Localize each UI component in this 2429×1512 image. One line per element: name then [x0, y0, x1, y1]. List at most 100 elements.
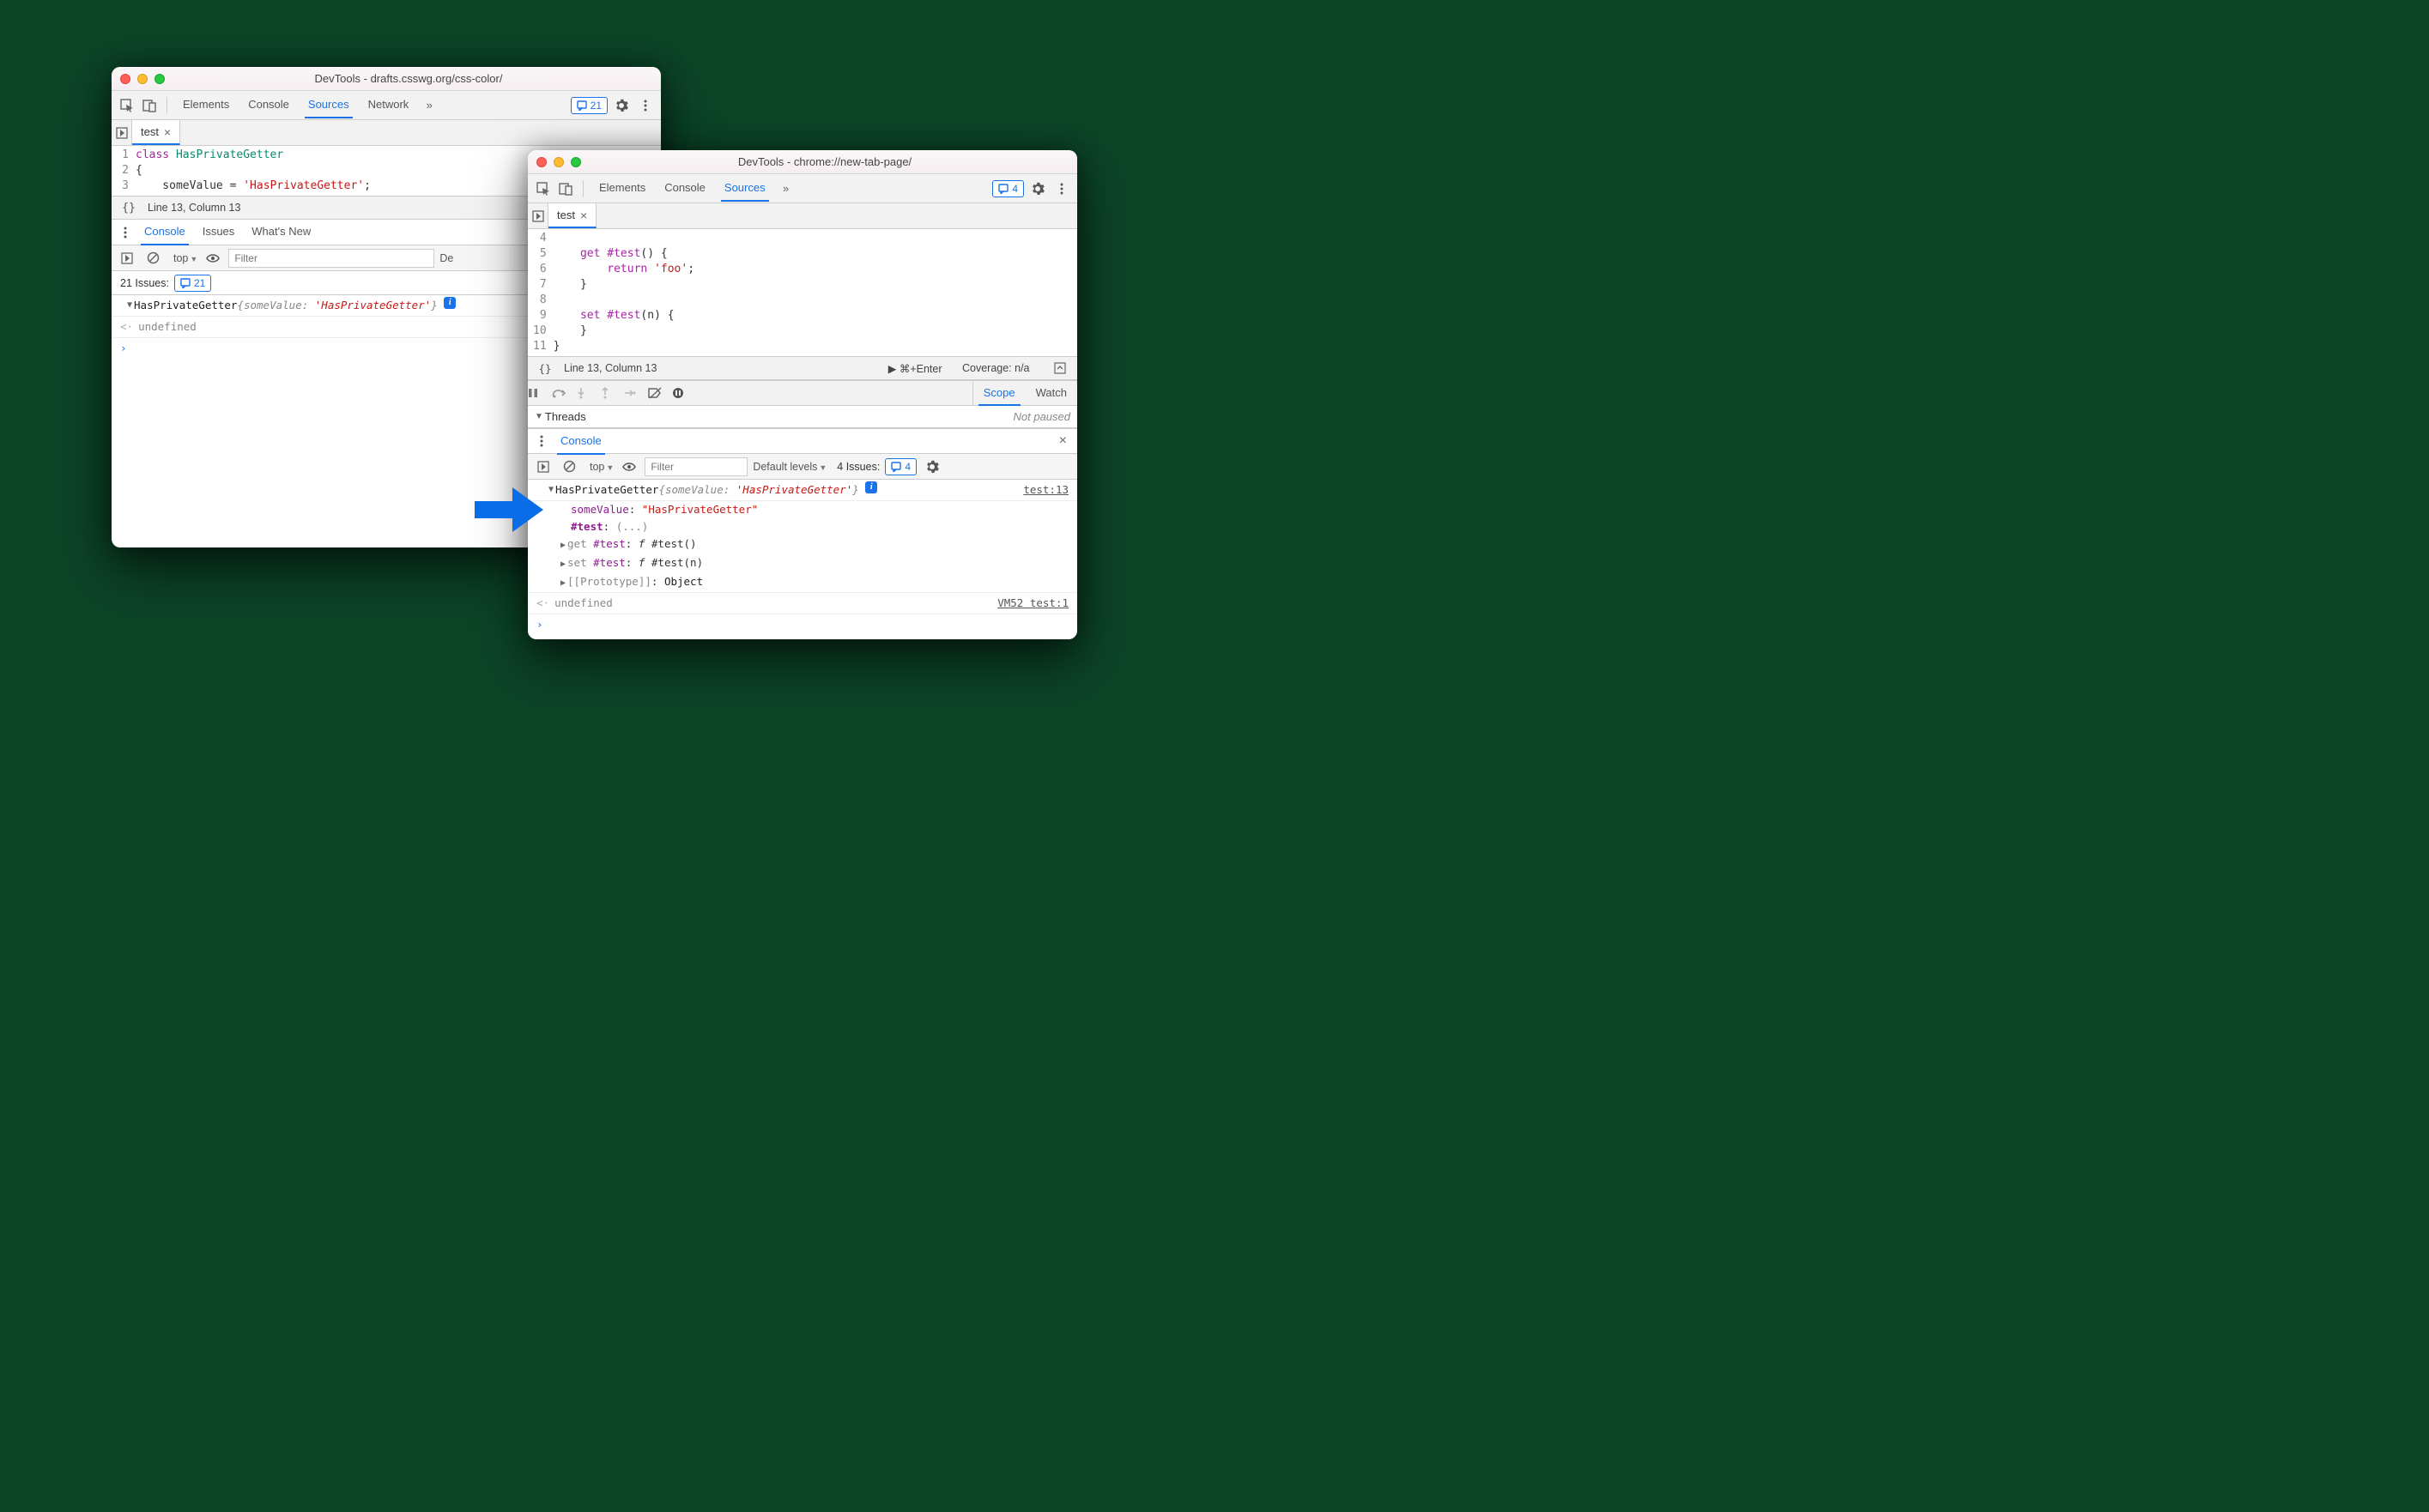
maximize-window-button[interactable]: [571, 157, 581, 167]
minimize-window-button[interactable]: [554, 157, 564, 167]
console-sidebar-toggle-icon[interactable]: [533, 457, 554, 477]
drawer-tab-issues[interactable]: Issues: [194, 220, 244, 245]
object-header-row[interactable]: ▼ HasPrivateGetter {someValue: 'HasPriva…: [528, 480, 1077, 501]
live-expression-icon[interactable]: [203, 248, 223, 269]
live-expression-icon[interactable]: [619, 457, 639, 477]
console-toolbar: top▼ Default levels▼ 4 Issues: 4: [528, 454, 1077, 480]
cursor-position: Line 13, Column 13: [148, 202, 240, 214]
prop-setter[interactable]: ▶set #test: f #test(n): [560, 554, 1069, 573]
console-settings-icon[interactable]: [922, 457, 942, 477]
step-out-icon[interactable]: [600, 387, 624, 399]
threads-section[interactable]: ▼ Threads Not paused: [528, 406, 1077, 428]
context-selector[interactable]: top▼: [173, 252, 197, 264]
issues-badge-inline[interactable]: 4: [885, 458, 917, 475]
issues-count: 21: [591, 100, 602, 112]
settings-icon[interactable]: [1027, 178, 1048, 199]
minimize-window-button[interactable]: [137, 74, 148, 84]
close-tab-icon[interactable]: ×: [580, 209, 587, 222]
settings-icon[interactable]: [611, 95, 632, 116]
info-icon[interactable]: i: [865, 481, 877, 493]
console-sidebar-toggle-icon[interactable]: [117, 248, 137, 269]
drawer-menu-icon[interactable]: [531, 431, 552, 451]
tab-elements[interactable]: Elements: [174, 93, 238, 118]
tab-console[interactable]: Console: [656, 176, 714, 201]
context-selector[interactable]: top▼: [590, 461, 614, 473]
console-filter-input[interactable]: [228, 249, 434, 268]
step-into-icon[interactable]: [576, 387, 600, 399]
issues-badge-inline[interactable]: 21: [174, 275, 211, 292]
info-icon[interactable]: i: [444, 297, 456, 309]
pause-icon[interactable]: [528, 388, 552, 398]
coverage-status: Coverage: n/a: [962, 362, 1030, 374]
source-editor[interactable]: 4567891011 get #test() { return 'foo'; }…: [528, 229, 1077, 356]
line-gutter: 4567891011: [528, 229, 554, 356]
file-tab-test[interactable]: test ×: [548, 203, 597, 228]
close-tab-icon[interactable]: ×: [164, 125, 171, 139]
clear-console-icon[interactable]: [142, 248, 163, 269]
drawer-menu-icon[interactable]: [115, 222, 136, 243]
comparison-arrow: [475, 486, 543, 534]
tab-sources[interactable]: Sources: [300, 93, 358, 118]
tab-sources[interactable]: Sources: [716, 176, 774, 201]
tab-elements[interactable]: Elements: [591, 176, 654, 201]
prop-prototype[interactable]: ▶[[Prototype]]: Object: [560, 573, 1069, 592]
close-window-button[interactable]: [536, 157, 547, 167]
step-icon[interactable]: [624, 388, 648, 398]
tab-network[interactable]: Network: [360, 93, 418, 118]
window-title: DevTools - drafts.csswg.org/css-color/: [165, 72, 652, 85]
console-output: ▼ HasPrivateGetter {someValue: 'HasPriva…: [528, 480, 1077, 635]
maximize-window-button[interactable]: [154, 74, 165, 84]
pretty-print-icon[interactable]: {}: [118, 197, 139, 218]
drawer-tab-whatsnew[interactable]: What's New: [243, 220, 319, 245]
devtools-window-b: DevTools - chrome://new-tab-page/ Elemen…: [528, 150, 1077, 639]
inspect-icon[interactable]: [533, 178, 554, 199]
titlebar[interactable]: DevTools - drafts.csswg.org/css-color/: [112, 67, 661, 91]
sources-statusbar: {} Line 13, Column 13 ▶ ⌘+Enter Coverage…: [528, 356, 1077, 380]
issues-badge[interactable]: 4: [992, 180, 1024, 197]
object-properties: someValue: "HasPrivateGetter" #test: (..…: [528, 501, 1077, 593]
file-tab-test[interactable]: test ×: [132, 120, 180, 145]
source-link[interactable]: VM52 test:1: [997, 595, 1069, 612]
device-toggle-icon[interactable]: [139, 95, 160, 116]
disclosure-icon[interactable]: ▼: [548, 481, 554, 499]
debugger-toolbar: Scope Watch: [528, 380, 1077, 406]
prop-somevalue[interactable]: someValue: "HasPrivateGetter": [571, 501, 1069, 518]
clear-console-icon[interactable]: [559, 457, 579, 477]
console-filter-input[interactable]: [645, 457, 748, 476]
run-shortcut[interactable]: ▶ ⌘+Enter: [888, 362, 942, 375]
tab-console[interactable]: Console: [239, 93, 298, 118]
source-content: get #test() { return 'foo'; } set #test(…: [554, 229, 694, 356]
titlebar[interactable]: DevTools - chrome://new-tab-page/: [528, 150, 1077, 174]
kebab-menu-icon[interactable]: [1051, 178, 1072, 199]
more-tabs-icon[interactable]: »: [776, 178, 797, 199]
drawer-tab-console[interactable]: Console: [552, 429, 610, 454]
drawer-close-icon[interactable]: ×: [1052, 433, 1074, 449]
kebab-menu-icon[interactable]: [635, 95, 656, 116]
more-tabs-icon[interactable]: »: [419, 95, 439, 116]
console-prompt[interactable]: ›: [528, 614, 1077, 635]
pause-on-exceptions-icon[interactable]: [672, 387, 696, 399]
prop-getter[interactable]: ▶get #test: f #test(): [560, 535, 1069, 554]
device-toggle-icon[interactable]: [555, 178, 576, 199]
issues-badge[interactable]: 21: [571, 97, 608, 114]
inspect-icon[interactable]: [117, 95, 137, 116]
step-over-icon[interactable]: [552, 388, 576, 398]
log-levels-selector[interactable]: De: [439, 252, 453, 264]
navigator-toggle-icon[interactable]: [112, 120, 132, 145]
window-title: DevTools - chrome://new-tab-page/: [581, 155, 1069, 168]
drawer-tab-console[interactable]: Console: [136, 220, 194, 245]
navigator-toggle-icon[interactable]: [528, 203, 548, 228]
tab-watch[interactable]: Watch: [1026, 382, 1077, 405]
disclosure-icon[interactable]: ▼: [535, 412, 543, 421]
tab-scope[interactable]: Scope: [973, 382, 1026, 405]
collapse-icon[interactable]: [1050, 358, 1070, 378]
deactivate-breakpoints-icon[interactable]: [648, 387, 672, 399]
drawer-tabbar: Console ×: [528, 428, 1077, 454]
disclosure-icon[interactable]: ▼: [127, 297, 132, 314]
log-levels-selector[interactable]: Default levels▼: [753, 461, 827, 473]
file-tab-label: test: [557, 209, 575, 221]
close-window-button[interactable]: [120, 74, 130, 84]
source-link[interactable]: test:13: [1023, 481, 1069, 499]
pretty-print-icon[interactable]: {}: [535, 358, 555, 378]
prop-private-test[interactable]: #test: (...): [571, 518, 1069, 535]
